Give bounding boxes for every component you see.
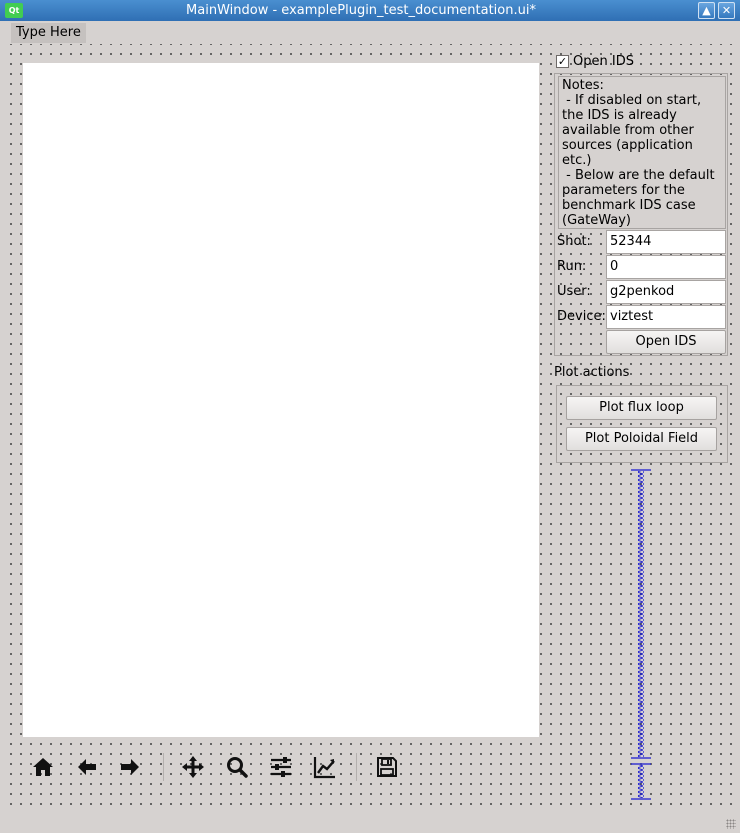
open-ids-checkbox-label: Open IDS xyxy=(573,54,634,69)
notes-line: benchmark IDS case xyxy=(562,198,696,213)
vertical-spacer xyxy=(631,469,651,800)
edit-axis-button[interactable] xyxy=(309,751,341,783)
back-arrow-icon xyxy=(78,759,96,775)
status-bar xyxy=(0,807,740,833)
plot-canvas[interactable] xyxy=(23,63,539,737)
open-ids-checkbox[interactable]: ✓ xyxy=(556,55,569,68)
navigation-toolbar xyxy=(23,742,539,792)
notes-line: available from other xyxy=(562,123,694,138)
run-label: Run: xyxy=(557,259,587,274)
notes-line: (GateWay) xyxy=(562,213,631,228)
save-button[interactable] xyxy=(371,751,403,783)
edit-axis-icon xyxy=(313,757,335,779)
resize-grip-icon[interactable] xyxy=(726,819,736,829)
back-button[interactable] xyxy=(71,751,103,783)
pan-icon xyxy=(182,756,204,778)
pan-button[interactable] xyxy=(177,751,209,783)
zoom-button[interactable] xyxy=(221,751,253,783)
notes-line: Notes: xyxy=(562,78,604,93)
configure-subplots-button[interactable] xyxy=(265,751,297,783)
user-input[interactable]: g2penkod xyxy=(606,280,726,304)
close-button[interactable]: ✕ xyxy=(718,2,735,19)
zoom-icon xyxy=(227,757,248,778)
forward-button[interactable] xyxy=(114,751,146,783)
home-icon xyxy=(33,758,53,776)
device-label: Device: xyxy=(557,309,606,324)
plot-poloidal-field-button[interactable]: Plot Poloidal Field xyxy=(566,427,717,451)
device-input[interactable]: viztest xyxy=(606,305,726,329)
notes-line: sources (application xyxy=(562,138,693,153)
window-title: MainWindow - examplePlugin_test_document… xyxy=(186,3,536,18)
shot-input[interactable]: 52344 xyxy=(606,230,726,254)
forward-arrow-icon xyxy=(121,759,139,775)
shot-label: Shot: xyxy=(557,234,591,249)
home-button[interactable] xyxy=(27,751,59,783)
configure-subplots-icon xyxy=(271,757,291,777)
plot-flux-loop-button[interactable]: Plot flux loop xyxy=(566,396,717,420)
open-ids-button[interactable]: Open IDS xyxy=(606,330,726,354)
menu-bar: Type Here xyxy=(0,21,740,44)
notes-line: - If disabled on start, xyxy=(562,93,702,108)
run-input[interactable]: 0 xyxy=(606,255,726,279)
save-icon xyxy=(377,757,397,777)
notes-line: parameters for the xyxy=(562,183,685,198)
title-bar: Qt MainWindow - examplePlugin_test_docum… xyxy=(0,0,740,21)
notes-line: etc.) xyxy=(562,153,592,168)
menu-type-here[interactable]: Type Here xyxy=(11,23,86,43)
notes-line: - Below are the default xyxy=(562,168,715,183)
notes-line: the IDS is already xyxy=(562,108,677,123)
toolbar-separator xyxy=(163,753,164,781)
plot-actions-label: Plot actions xyxy=(554,365,630,380)
maximize-button[interactable]: ▲ xyxy=(698,2,715,19)
notes-box: Notes: - If disabled on start, the IDS i… xyxy=(558,76,726,229)
user-label: User: xyxy=(557,284,591,299)
toolbar-separator xyxy=(356,753,357,781)
